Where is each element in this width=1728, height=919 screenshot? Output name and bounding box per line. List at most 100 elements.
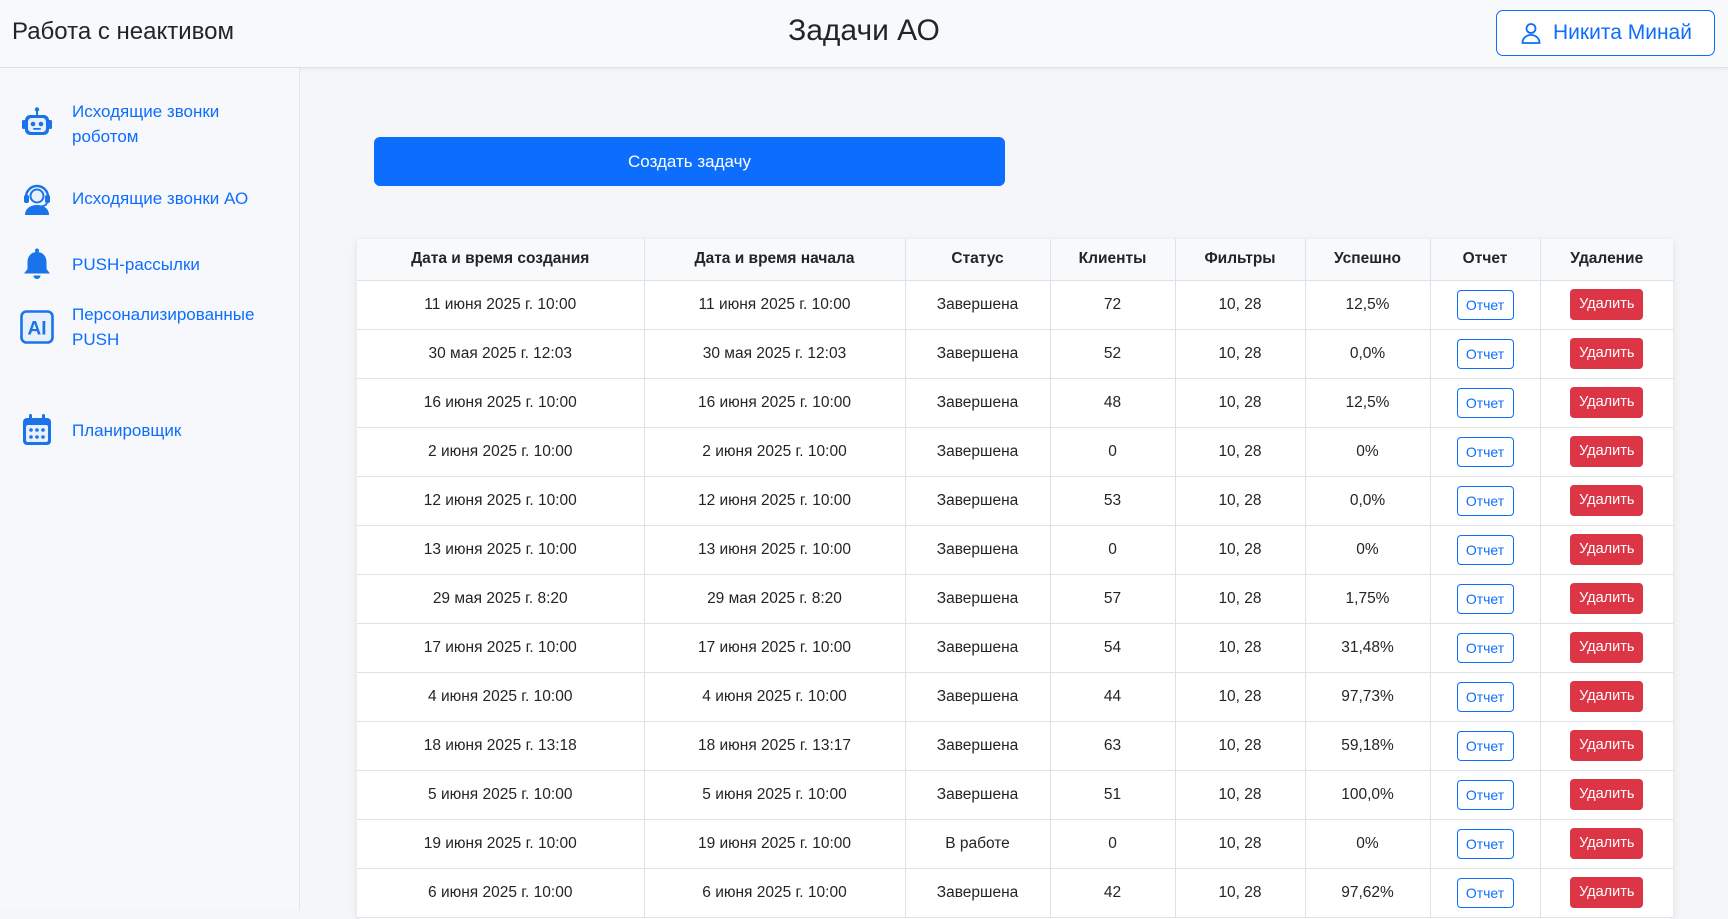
success-cell: 0% [1305, 819, 1431, 869]
sidebar-item-label: PUSH-рассылки [72, 254, 200, 274]
table-header-row: Дата и время создания Дата и время начал… [357, 239, 1673, 281]
report-button[interactable]: Отчет [1456, 681, 1514, 712]
column-header[interactable]: Успешно [1305, 239, 1431, 281]
report-cell: Отчет [1430, 378, 1541, 428]
success-cell: 0,0% [1305, 476, 1431, 526]
ai-icon: AI [18, 308, 56, 346]
started-cell: 19 июня 2025 г. 10:00 [644, 819, 906, 869]
status-cell: Завершена [905, 623, 1051, 673]
delete-cell: Удалить [1540, 329, 1673, 379]
delete-button[interactable]: Удалить [1570, 632, 1644, 663]
filters-cell: 10, 28 [1175, 721, 1306, 771]
tasks-table: Дата и время создания Дата и время начал… [357, 239, 1673, 918]
delete-cell: Удалить [1540, 574, 1673, 624]
success-cell: 100,0% [1305, 770, 1431, 820]
delete-button[interactable]: Удалить [1570, 534, 1644, 565]
filters-cell: 10, 28 [1175, 427, 1306, 477]
column-header[interactable]: Статус [905, 239, 1051, 281]
delete-button[interactable]: Удалить [1570, 877, 1644, 908]
success-cell: 31,48% [1305, 623, 1431, 673]
success-cell: 0,0% [1305, 329, 1431, 379]
report-button[interactable]: Отчет [1456, 387, 1514, 418]
report-button[interactable]: Отчет [1456, 289, 1514, 320]
sidebar: Исходящие звонки роботом Исходящие звонк… [0, 68, 300, 910]
column-header[interactable]: Дата и время начала [644, 239, 906, 281]
filters-cell: 10, 28 [1175, 329, 1306, 379]
filters-cell: 10, 28 [1175, 525, 1306, 575]
report-cell: Отчет [1430, 623, 1541, 673]
user-profile-button[interactable]: Никита Минай [1496, 10, 1715, 56]
table-row: 30 мая 2025 г. 12:03 30 мая 2025 г. 12:03… [357, 329, 1673, 379]
report-cell: Отчет [1430, 476, 1541, 526]
create-task-button[interactable]: Создать задачу [374, 137, 1005, 186]
started-cell: 13 июня 2025 г. 10:00 [644, 525, 906, 575]
delete-button[interactable]: Удалить [1570, 387, 1644, 418]
created-cell: 18 июня 2025 г. 13:18 [357, 721, 645, 771]
success-cell: 59,18% [1305, 721, 1431, 771]
sidebar-item-personal-push[interactable]: AI Персонализированные PUSH [18, 302, 288, 352]
clients-cell: 72 [1050, 280, 1176, 330]
column-header: Удаление [1540, 239, 1673, 281]
report-button[interactable]: Отчет [1456, 485, 1514, 516]
column-header[interactable]: Фильтры [1175, 239, 1306, 281]
report-button[interactable]: Отчет [1456, 534, 1514, 565]
calendar-icon [18, 411, 56, 449]
created-cell: 4 июня 2025 г. 10:00 [357, 672, 645, 722]
report-button[interactable]: Отчет [1456, 730, 1514, 761]
delete-button[interactable]: Удалить [1570, 436, 1644, 467]
clients-cell: 63 [1050, 721, 1176, 771]
report-button[interactable]: Отчет [1456, 779, 1514, 810]
report-button[interactable]: Отчет [1456, 338, 1514, 369]
app-title: Работа с неактивом [12, 18, 234, 45]
started-cell: 17 июня 2025 г. 10:00 [644, 623, 906, 673]
clients-cell: 57 [1050, 574, 1176, 624]
column-header[interactable]: Клиенты [1050, 239, 1176, 281]
report-button[interactable]: Отчет [1456, 877, 1514, 908]
sidebar-item-ao-calls[interactable]: Исходящие звонки АО [18, 179, 288, 217]
delete-cell: Удалить [1540, 721, 1673, 771]
success-cell: 12,5% [1305, 280, 1431, 330]
sidebar-item-robot-calls[interactable]: Исходящие звонки роботом [18, 99, 288, 149]
created-cell: 29 мая 2025 г. 8:20 [357, 574, 645, 624]
delete-button[interactable]: Удалить [1570, 289, 1644, 320]
report-cell: Отчет [1430, 574, 1541, 624]
report-button[interactable]: Отчет [1456, 436, 1514, 467]
delete-button[interactable]: Удалить [1570, 583, 1644, 614]
created-cell: 5 июня 2025 г. 10:00 [357, 770, 645, 820]
sidebar-item-scheduler[interactable]: Планировщик [18, 411, 288, 449]
success-cell: 0% [1305, 525, 1431, 575]
table-row: 13 июня 2025 г. 10:00 13 июня 2025 г. 10:… [357, 525, 1673, 575]
filters-cell: 10, 28 [1175, 770, 1306, 820]
svg-text:AI: AI [28, 319, 47, 340]
report-cell: Отчет [1430, 819, 1541, 869]
column-header[interactable]: Дата и время создания [357, 239, 645, 281]
created-cell: 2 июня 2025 г. 10:00 [357, 427, 645, 477]
delete-button[interactable]: Удалить [1570, 338, 1644, 369]
report-cell: Отчет [1430, 280, 1541, 330]
created-cell: 13 июня 2025 г. 10:00 [357, 525, 645, 575]
clients-cell: 0 [1050, 525, 1176, 575]
started-cell: 29 мая 2025 г. 8:20 [644, 574, 906, 624]
report-button[interactable]: Отчет [1456, 632, 1514, 663]
top-header: Работа с неактивом Задачи АО Никита Мина… [0, 0, 1728, 68]
success-cell: 1,75% [1305, 574, 1431, 624]
delete-cell: Удалить [1540, 672, 1673, 722]
delete-button[interactable]: Удалить [1570, 779, 1644, 810]
delete-cell: Удалить [1540, 819, 1673, 869]
filters-cell: 10, 28 [1175, 378, 1306, 428]
clients-cell: 0 [1050, 427, 1176, 477]
filters-cell: 10, 28 [1175, 672, 1306, 722]
clients-cell: 52 [1050, 329, 1176, 379]
delete-button[interactable]: Удалить [1570, 485, 1644, 516]
table-row: 17 июня 2025 г. 10:00 17 июня 2025 г. 10:… [357, 623, 1673, 673]
status-cell: Завершена [905, 770, 1051, 820]
filters-cell: 10, 28 [1175, 819, 1306, 869]
delete-button[interactable]: Удалить [1570, 681, 1644, 712]
report-cell: Отчет [1430, 329, 1541, 379]
report-button[interactable]: Отчет [1456, 583, 1514, 614]
sidebar-item-push[interactable]: PUSH-рассылки [18, 245, 288, 283]
report-button[interactable]: Отчет [1456, 828, 1514, 859]
delete-button[interactable]: Удалить [1570, 730, 1644, 761]
delete-button[interactable]: Удалить [1570, 828, 1644, 859]
status-cell: Завершена [905, 525, 1051, 575]
